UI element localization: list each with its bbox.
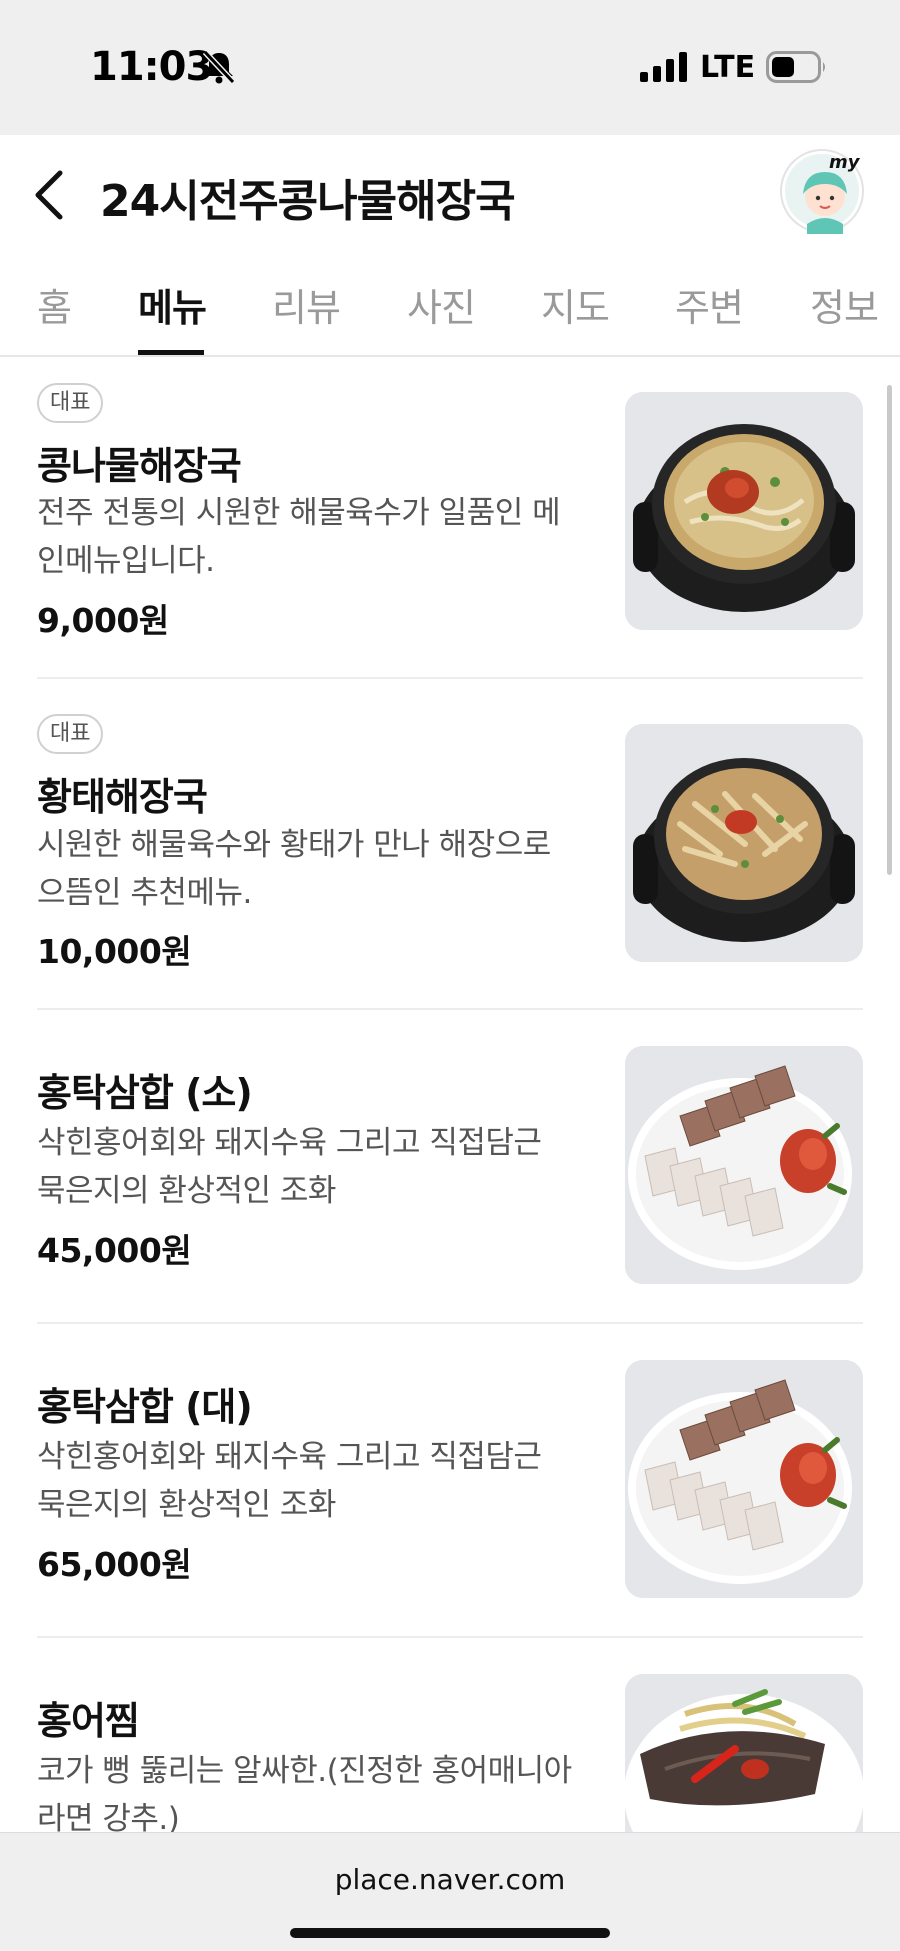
menu-name: 홍어찜: [37, 1699, 140, 1743]
steamed-skate-photo[interactable]: [625, 1674, 863, 1832]
menu-name: 홍탁삼합 (소): [37, 1071, 253, 1115]
page-header: 24시전주콩나물해장국 my: [0, 135, 900, 255]
menu-price: 10,000원: [37, 932, 192, 971]
chevron-left-icon[interactable]: [30, 165, 74, 225]
samhap-platter-photo[interactable]: [625, 1360, 863, 1598]
battery-icon: [766, 51, 825, 83]
bell-slash-icon: [202, 49, 236, 85]
active-tab-indicator: [138, 350, 204, 355]
network-type-label: LTE: [700, 50, 756, 85]
menu-desc-line2: 으뜸인 추천메뉴.: [37, 875, 252, 911]
tab-bar: 홈 메뉴 리뷰 사진 지도 주변 정보: [0, 255, 900, 357]
menu-desc-line1: 삭힌홍어회와 돼지수육 그리고 직접담근: [37, 1125, 542, 1161]
signature-badge: 대표: [37, 383, 104, 423]
url-bar[interactable]: place.naver.com: [0, 1832, 900, 1951]
avatar-label: my: [829, 154, 861, 173]
menu-desc-line2: 라면 강추.): [37, 1801, 180, 1832]
samhap-platter-photo[interactable]: [625, 1046, 863, 1284]
status-bar: 11:03 LTE: [0, 0, 900, 135]
menu-desc-line2: 묵은지의 환상적인 조화: [37, 1487, 336, 1523]
tab-photos[interactable]: 사진: [407, 277, 476, 332]
menu-desc-line1: 시원한 해물육수와 황태가 만나 해장으로: [37, 827, 551, 863]
home-indicator[interactable]: [290, 1928, 610, 1938]
page-title: 24시전주콩나물해장국: [100, 176, 516, 227]
signal-icon: [640, 52, 687, 82]
menu-name: 홍탁삼합 (대): [37, 1385, 253, 1429]
menu-item[interactable]: 홍어찜 코가 뻥 뚫리는 알싸한.(진정한 홍어매니아 라면 강추.): [0, 1638, 900, 1832]
status-time: 11:03: [90, 44, 213, 90]
bean-sprout-soup-photo[interactable]: [625, 392, 863, 630]
tab-home[interactable]: 홈: [37, 277, 72, 332]
menu-price: 9,000원: [37, 601, 169, 640]
menu-price: 65,000원: [37, 1545, 192, 1584]
menu-desc-line2: 인메뉴입니다.: [37, 543, 215, 579]
pollack-soup-photo[interactable]: [625, 724, 863, 962]
tab-info[interactable]: 정보: [810, 277, 879, 332]
menu-desc-line2: 묵은지의 환상적인 조화: [37, 1173, 336, 1209]
menu-desc-line1: 코가 뻥 뚫리는 알싸한.(진정한 홍어매니아: [37, 1753, 572, 1789]
tab-nearby[interactable]: 주변: [675, 277, 744, 332]
menu-desc-line1: 삭힌홍어회와 돼지수육 그리고 직접담근: [37, 1439, 542, 1475]
menu-item[interactable]: 홍탁삼합 (대) 삭힌홍어회와 돼지수육 그리고 직접담근 묵은지의 환상적인 …: [0, 1324, 900, 1636]
menu-desc-line1: 전주 전통의 시원한 해물육수가 일품인 메: [37, 495, 561, 531]
menu-price: 45,000원: [37, 1231, 192, 1270]
menu-item[interactable]: 대표 황태해장국 시원한 해물육수와 황태가 만나 해장으로 으뜸인 추천메뉴.…: [0, 679, 900, 1009]
tab-reviews[interactable]: 리뷰: [272, 277, 341, 332]
tab-map[interactable]: 지도: [541, 277, 610, 332]
signature-badge: 대표: [37, 714, 104, 754]
avatar-icon: my: [803, 154, 861, 234]
my-avatar[interactable]: my: [782, 151, 862, 234]
menu-item[interactable]: 대표 콩나물해장국 전주 전통의 시원한 해물육수가 일품인 메 인메뉴입니다.…: [0, 357, 900, 677]
menu-name: 황태해장국: [37, 775, 208, 819]
url-text[interactable]: place.naver.com: [0, 1863, 900, 1896]
menu-name: 콩나물해장국: [37, 444, 242, 488]
tab-menu[interactable]: 메뉴: [138, 277, 207, 332]
menu-item[interactable]: 홍탁삼합 (소) 삭힌홍어회와 돼지수육 그리고 직접담근 묵은지의 환상적인 …: [0, 1010, 900, 1322]
